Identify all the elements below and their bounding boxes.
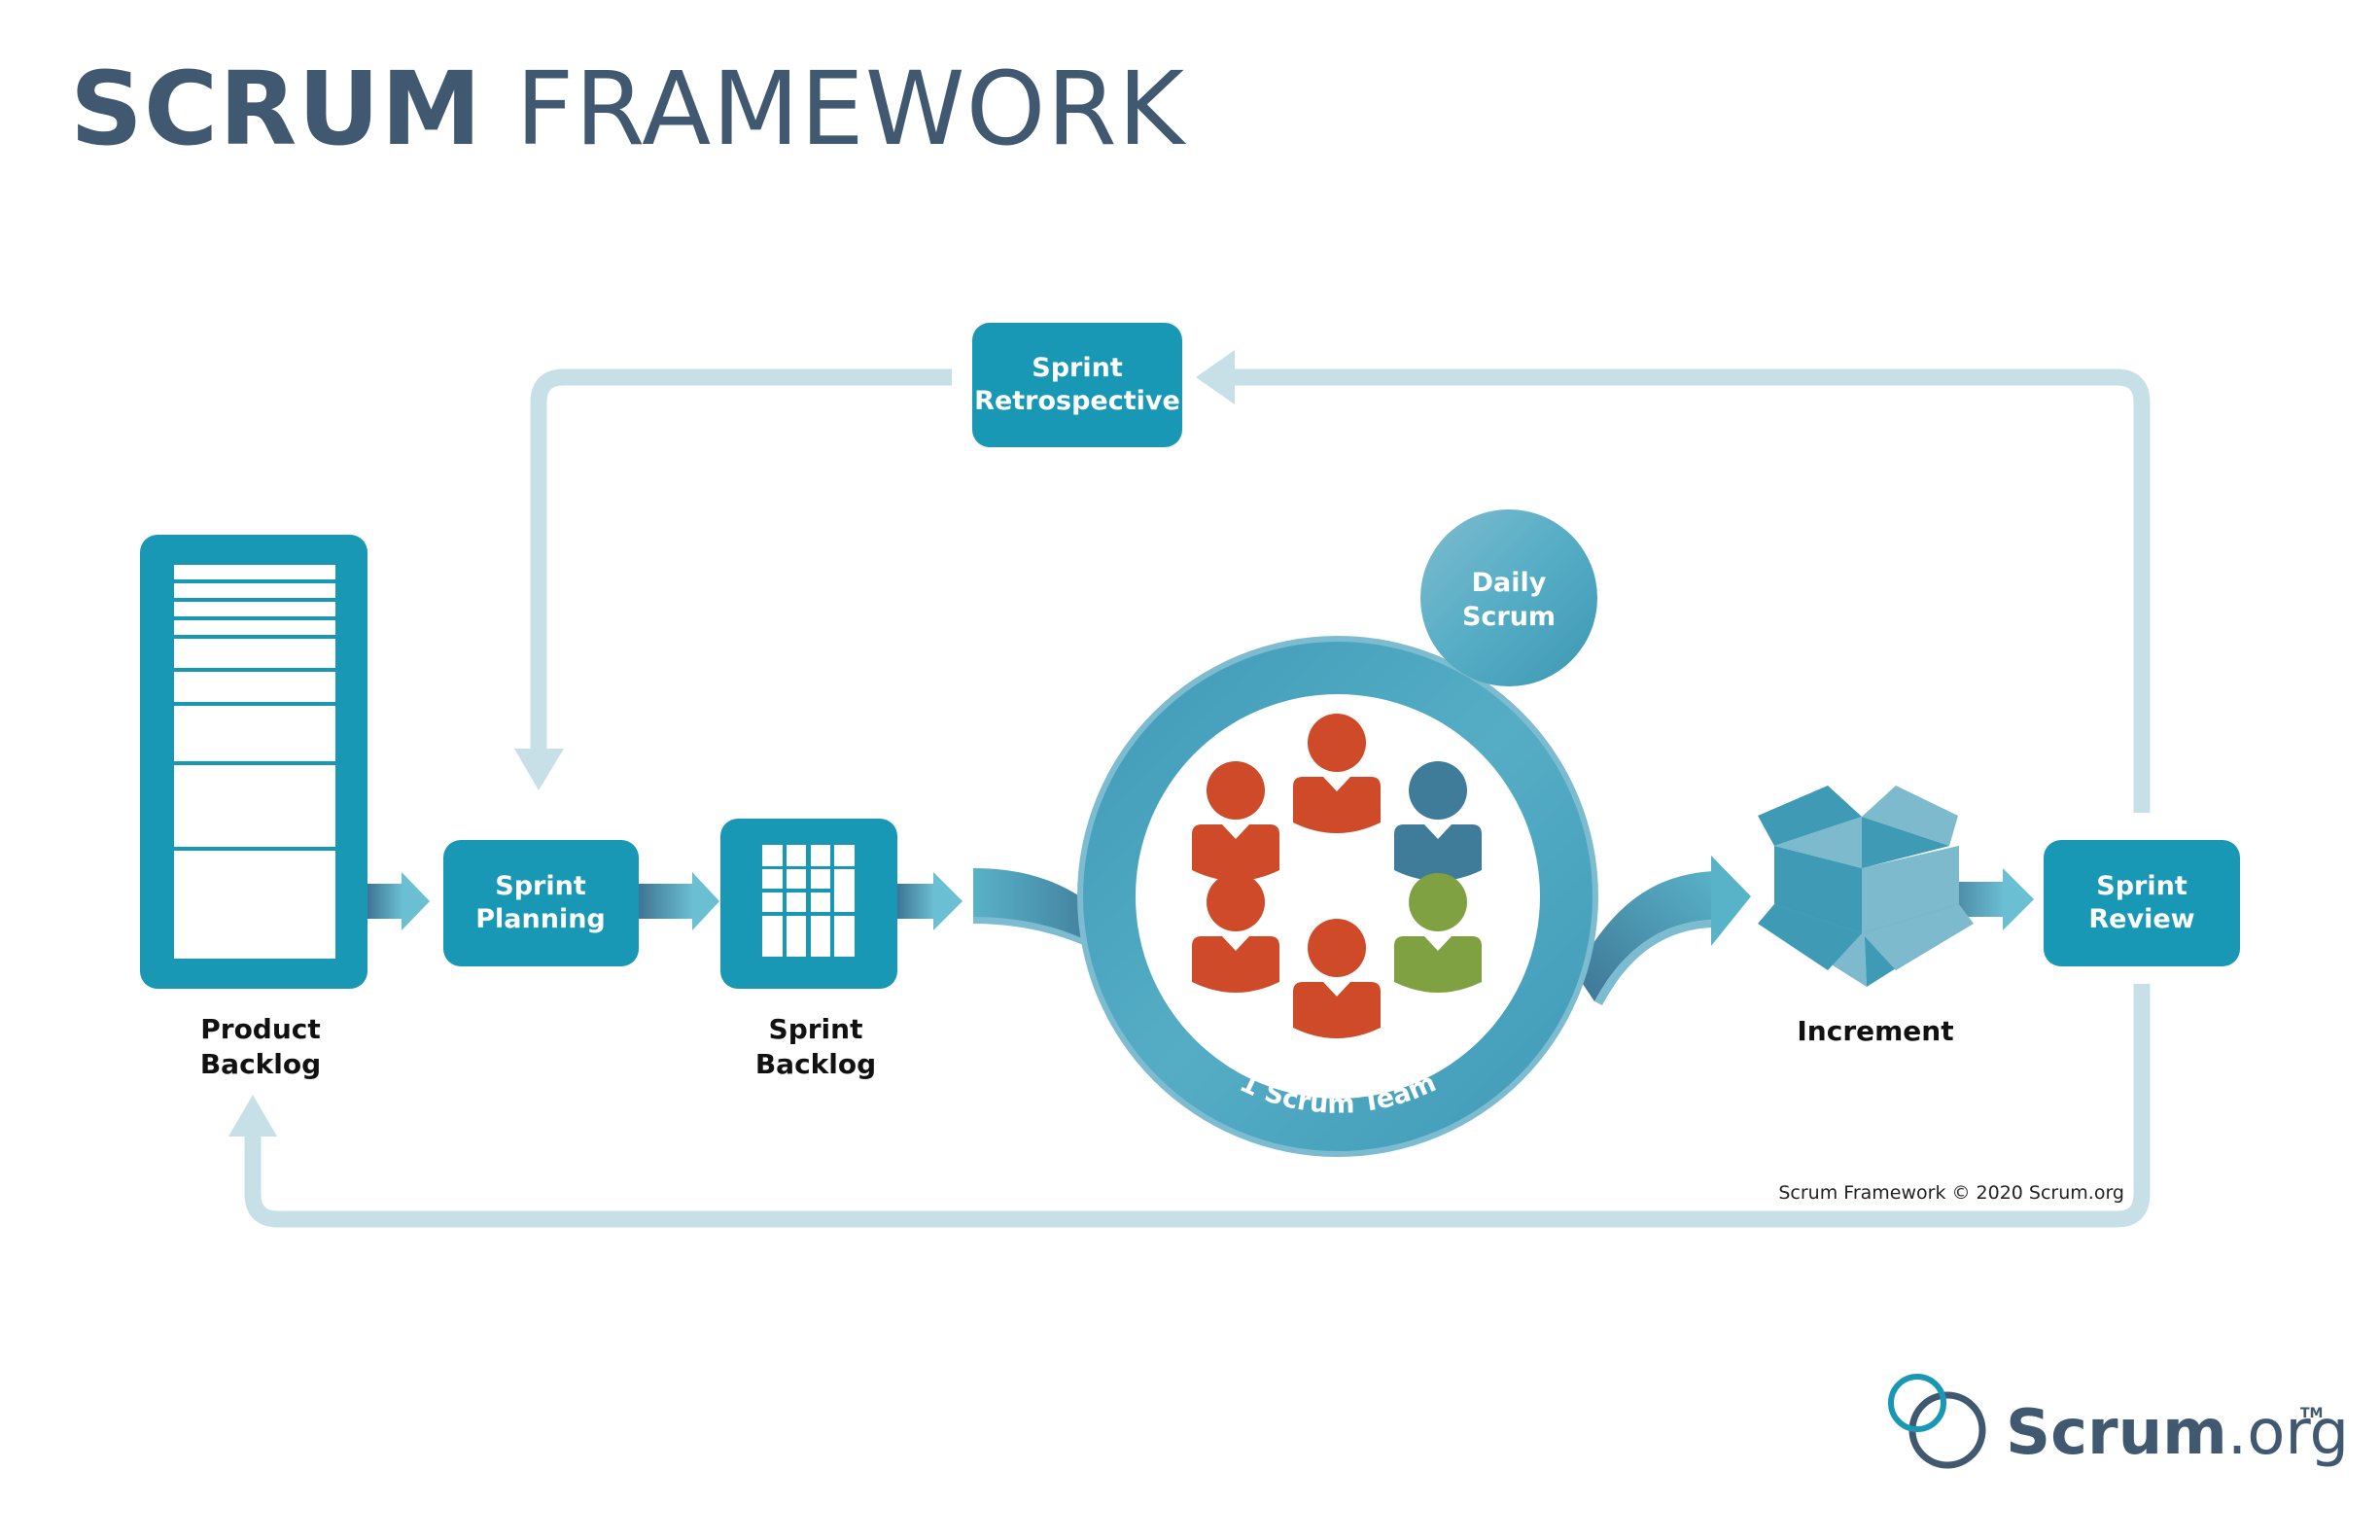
- logo-trademark: TM: [2300, 1406, 2323, 1421]
- sprint-cycle: 1 Scrum Team: [1077, 636, 1598, 1157]
- product-backlog-row-divider: [174, 616, 335, 620]
- sprint-backlog-cell: [762, 869, 783, 889]
- person-head: [1207, 873, 1265, 931]
- copyright-note: Scrum Framework © 2020 Scrum.org: [1778, 1182, 2124, 1204]
- sprint-backlog-cell: [787, 892, 806, 912]
- logo-text-main: Scrum: [2006, 1397, 2227, 1469]
- svg-text:Scrum.org: Scrum.org: [2006, 1397, 2349, 1469]
- increment-label: Increment: [1797, 1015, 1953, 1047]
- flow-arrow-planning-to-sprint-backlog: [639, 872, 719, 930]
- sprint-planning-line1: Sprint: [495, 871, 586, 901]
- sprint-retrospective-line2: Retrospective: [974, 386, 1180, 416]
- sprint-backlog-cell: [762, 916, 783, 957]
- daily-scrum-line2: Scrum: [1462, 602, 1556, 632]
- flow-arrow-backlog-to-planning: [368, 872, 430, 930]
- product-backlog-row-divider: [174, 635, 335, 639]
- sprint-backlog-cell: [762, 845, 783, 866]
- sprint-backlog-cell: [762, 892, 783, 912]
- person-head: [1308, 919, 1366, 977]
- sprint-backlog-label-line1: Sprint: [769, 1013, 863, 1045]
- sprint-backlog-cell: [811, 916, 830, 957]
- increment-box-icon[interactable]: [1758, 786, 1974, 987]
- scrum-org-logo[interactable]: Scrum.org TM: [1888, 1374, 2349, 1469]
- sprint-backlog-cell: [787, 845, 806, 866]
- sprint-review-line1: Sprint: [2096, 871, 2188, 901]
- product-backlog-row-divider: [174, 702, 335, 706]
- product-backlog-row-divider: [174, 847, 335, 851]
- scrum-framework-diagram: Product Backlog Sprint Planning Sprint B…: [140, 323, 2349, 1469]
- sprint-retrospective-box[interactable]: Sprint Retrospective: [972, 323, 1182, 447]
- sprint-backlog-frame: [720, 819, 897, 989]
- sprint-backlog-cell: [787, 916, 806, 957]
- logo-text-suffix: .org: [2227, 1397, 2349, 1469]
- sprint-backlog-cell: [834, 845, 855, 866]
- arrow-left-to-retrospective-icon: [1196, 350, 1235, 404]
- person-head: [1409, 873, 1467, 931]
- sprint-planning-box[interactable]: Sprint Planning: [443, 840, 639, 966]
- sprint-review-box[interactable]: Sprint Review: [2044, 840, 2240, 966]
- sprint-retrospective-line1: Sprint: [1032, 353, 1123, 383]
- sprint-backlog[interactable]: [720, 819, 897, 989]
- sprint-review-line2: Review: [2088, 904, 2194, 934]
- sprint-backlog-cell: [787, 869, 806, 889]
- product-backlog-label-line2: Backlog: [200, 1048, 321, 1080]
- sprint-backlog-cell: [811, 892, 830, 912]
- product-backlog-row-divider: [174, 598, 335, 602]
- sprint-backlog-cell: [811, 845, 830, 866]
- loop-line-top-left: [530, 368, 952, 751]
- product-backlog-row-divider: [174, 579, 335, 583]
- sprint-backlog-cell: [834, 916, 855, 957]
- person-head: [1207, 761, 1265, 820]
- person-head: [1308, 714, 1366, 772]
- daily-scrum-line1: Daily: [1472, 568, 1547, 598]
- arrow-up-to-product-backlog-icon: [228, 1095, 277, 1137]
- sprint-backlog-cell: [834, 869, 855, 912]
- sprint-backlog-label-line2: Backlog: [755, 1048, 876, 1080]
- product-backlog-label-line1: Product: [200, 1013, 321, 1045]
- product-backlog-row-divider: [174, 668, 335, 672]
- logo-ring-teal-icon: [1888, 1374, 1946, 1432]
- product-backlog-row-divider: [174, 761, 335, 765]
- flow-arrow-sprint-backlog-out: [897, 872, 962, 930]
- curved-arrow-out-of-sprint: [1575, 856, 1751, 1005]
- person-head: [1409, 761, 1467, 820]
- daily-scrum-bubble[interactable]: Daily Scrum: [1420, 509, 1597, 686]
- sprint-planning-line2: Planning: [475, 904, 606, 934]
- product-backlog[interactable]: [140, 535, 368, 989]
- arrow-down-to-sprint-planning-icon: [514, 749, 564, 790]
- sprint-backlog-cell: [811, 869, 830, 889]
